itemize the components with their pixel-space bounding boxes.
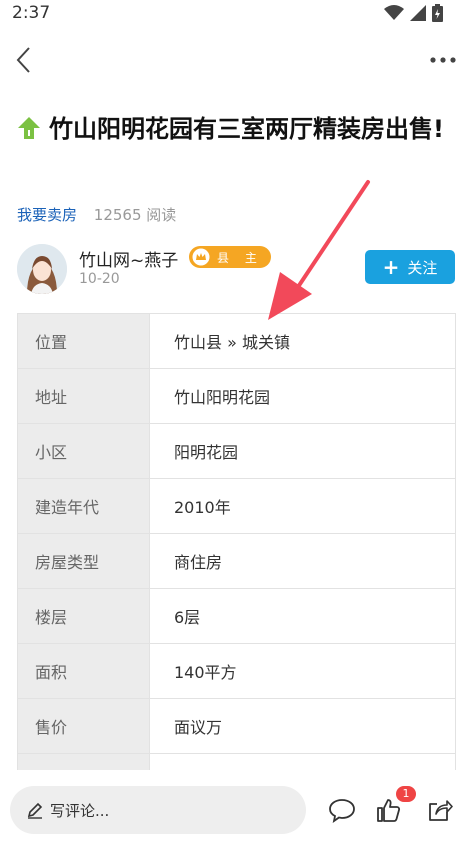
- comment-placeholder: 写评论...: [50, 801, 110, 820]
- share-icon: [429, 800, 453, 821]
- article-meta: 我要卖房 12565 阅读: [17, 204, 176, 225]
- table-row: 建造年代 2010年: [17, 478, 456, 534]
- status-time: 2:37: [12, 3, 51, 23]
- post-date: 10-20: [79, 271, 120, 287]
- article-title-block: 竹山阳明花园有三室两厅精装房出售!: [17, 110, 457, 151]
- rank-badge: 县 主: [189, 246, 271, 268]
- status-bar: 2:37: [0, 0, 471, 28]
- table-row: 小区 阳明花园: [17, 423, 456, 479]
- nav-bar: [0, 38, 471, 82]
- read-count: 12565 阅读: [93, 206, 177, 224]
- signal-icon: [410, 5, 426, 21]
- bottom-bar: 写评论... 1: [0, 776, 471, 843]
- table-row: 地址 竹山阳明花园: [17, 368, 456, 424]
- detail-label: 建造年代: [17, 478, 150, 534]
- wifi-icon: [384, 5, 404, 20]
- back-button[interactable]: [8, 42, 38, 78]
- category-link[interactable]: 我要卖房: [17, 206, 77, 224]
- detail-label: 小区: [17, 423, 150, 479]
- detail-value: 商住房: [149, 533, 456, 589]
- crown-icon: [191, 247, 211, 267]
- comment-input[interactable]: 写评论...: [10, 786, 306, 834]
- detail-label: 地址: [17, 368, 150, 424]
- comment-button[interactable]: [326, 794, 358, 826]
- property-details-table: 位置 竹山县 » 城关镇 地址 竹山阳明花园 小区 阳明花园 建造年代 2010年 房屋…: [17, 313, 456, 809]
- article-title: 竹山阳明花园有三室两厅精装房出售!: [17, 110, 457, 151]
- detail-label: 位置: [17, 313, 150, 369]
- table-row: 售价 面议万: [17, 698, 456, 754]
- detail-label: 面积: [17, 643, 150, 699]
- back-icon: [16, 47, 30, 73]
- table-row: 面积 140平方: [17, 643, 456, 699]
- up-arrow-icon: [17, 113, 41, 151]
- badge-text: 县 主: [217, 250, 263, 265]
- detail-value: 140平方: [149, 643, 456, 699]
- detail-value: 6层: [149, 588, 456, 644]
- status-icons: [384, 4, 443, 22]
- follow-label: 关注: [407, 258, 438, 277]
- more-button[interactable]: [427, 42, 459, 78]
- detail-value: 面议万: [149, 698, 456, 754]
- author-row: 竹山网~燕子 县 主 10-20 + 关注: [17, 244, 457, 296]
- author-name[interactable]: 竹山网~燕子: [79, 246, 178, 271]
- like-count-badge: 1: [396, 786, 416, 802]
- table-row: 位置 竹山县 » 城关镇: [17, 313, 456, 369]
- detail-label: 楼层: [17, 588, 150, 644]
- comment-icon: [329, 799, 355, 823]
- detail-value: 阳明花园: [149, 423, 456, 479]
- detail-label: 售价: [17, 698, 150, 754]
- pencil-icon: [27, 802, 43, 819]
- article-title-text: 竹山阳明花园有三室两厅精装房出售!: [49, 115, 444, 143]
- plus-icon: +: [382, 255, 400, 279]
- detail-value: 竹山阳明花园: [149, 368, 456, 424]
- battery-icon: [432, 4, 443, 22]
- detail-value: 2010年: [149, 478, 456, 534]
- table-row: 房屋类型 商住房: [17, 533, 456, 589]
- like-icon: [377, 799, 401, 822]
- detail-value: 竹山县 » 城关镇: [149, 313, 456, 369]
- avatar[interactable]: [17, 244, 67, 294]
- more-icon: [430, 57, 456, 63]
- detail-label: 房屋类型: [17, 533, 150, 589]
- share-button[interactable]: [424, 794, 456, 826]
- follow-button[interactable]: + 关注: [365, 250, 455, 284]
- table-row: 楼层 6层: [17, 588, 456, 644]
- avatar-image: [17, 244, 67, 294]
